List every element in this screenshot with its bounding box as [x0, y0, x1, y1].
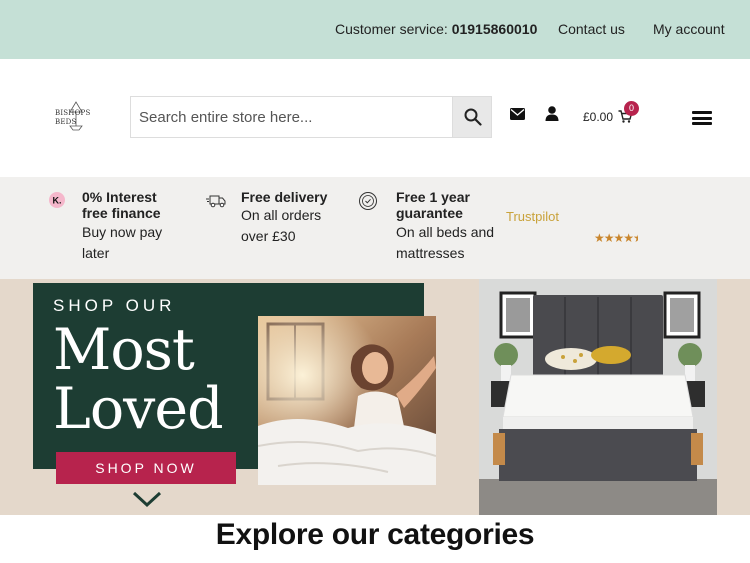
menu-icon — [692, 111, 712, 114]
hero-photo-woman — [258, 316, 436, 485]
contact-us-link[interactable]: Contact us — [558, 21, 625, 37]
trustpilot-label[interactable]: Trustpilot — [506, 209, 559, 224]
usp-guarantee-title: Free 1 year guarantee — [396, 189, 470, 221]
search-bar — [130, 96, 492, 138]
truck-icon — [206, 195, 226, 208]
search-button[interactable] — [452, 97, 491, 137]
usp-delivery-text: On all orders over £30 — [241, 207, 322, 244]
section-title: Explore our categories — [215, 518, 535, 551]
promo-kicker: SHOP OUR — [53, 296, 176, 315]
usp-strip: K. 0% Interest free finance Buy now pay … — [0, 177, 750, 279]
top-bar: Customer service: 01915860010 Contact us… — [0, 0, 750, 59]
shop-now-button[interactable]: SHOP NOW — [56, 452, 236, 484]
customer-service-phone[interactable]: 01915860010 — [452, 21, 538, 37]
customer-service: Customer service: 01915860010 — [335, 21, 537, 37]
logo-text-line1: BISHOPS — [55, 109, 91, 117]
search-icon — [464, 108, 482, 126]
promo-heading-line1: Most — [53, 317, 195, 383]
search-input[interactable] — [131, 97, 453, 137]
hero-photo-bed — [479, 279, 717, 515]
trustpilot-stars[interactable]: ★★★★★ — [594, 231, 638, 245]
menu-button[interactable] — [692, 111, 712, 125]
user-icon[interactable] — [545, 106, 559, 121]
logo[interactable]: BISHOPS BEDS — [52, 100, 94, 132]
chevron-down-icon[interactable] — [132, 490, 162, 508]
klarna-icon: K. — [49, 192, 65, 208]
usp-finance-text: Buy now pay later — [82, 224, 163, 261]
envelope-icon[interactable] — [510, 108, 525, 120]
cart-total: £0.00 — [583, 110, 614, 124]
guarantee-icon — [359, 192, 377, 210]
customer-service-label: Customer service: — [335, 21, 448, 37]
svg-text:K.: K. — [53, 196, 62, 206]
usp-guarantee-text: On all beds and mattresses — [396, 224, 495, 261]
usp-finance-title: 0% Interest free finance — [82, 189, 161, 221]
promo-heading-line2: Loved — [53, 376, 224, 442]
usp-delivery-title: Free delivery — [241, 189, 328, 205]
logo-text-line2: BEDS — [55, 118, 77, 126]
cart-count-badge: 0 — [624, 101, 639, 116]
my-account-link[interactable]: My account — [653, 21, 725, 37]
